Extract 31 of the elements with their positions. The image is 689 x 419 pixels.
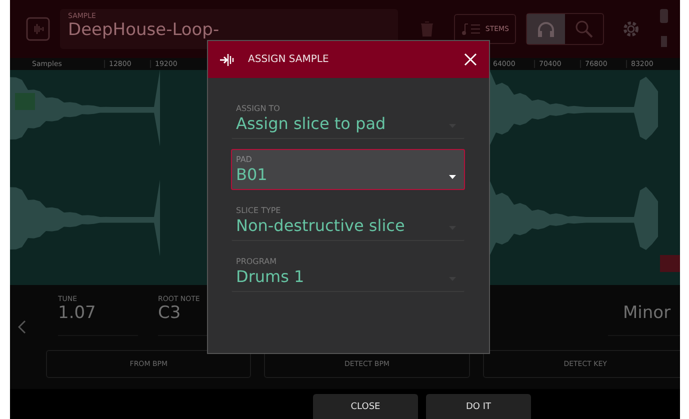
parameter-value: C3 bbox=[158, 303, 182, 323]
field-value: Drums 1 bbox=[236, 266, 304, 288]
sample-name: DeepHouse-Loop- bbox=[68, 20, 220, 40]
field-label: SLICE TYPE bbox=[236, 206, 281, 215]
close-button[interactable]: CLOSE bbox=[313, 394, 418, 419]
confirm-button[interactable]: DO IT bbox=[426, 394, 531, 419]
parameter-value: 1.07 bbox=[58, 303, 97, 323]
trash-icon[interactable] bbox=[420, 21, 434, 37]
note-list-icon bbox=[461, 22, 482, 36]
field-value: Non-destructive slice bbox=[236, 215, 405, 237]
waveform-icon[interactable] bbox=[26, 17, 50, 41]
dropdown-field[interactable]: PAD B01 bbox=[231, 149, 465, 190]
headphones-button[interactable] bbox=[527, 14, 565, 44]
close-icon[interactable] bbox=[464, 53, 477, 66]
parameter-field[interactable]: Minor bbox=[608, 295, 680, 336]
dropdown-field[interactable]: SLICE TYPE Non-destructive slice bbox=[231, 200, 465, 241]
dropdown-field[interactable]: ASSIGN TO Assign slice to pad bbox=[231, 98, 465, 139]
search-icon bbox=[575, 20, 593, 38]
dialog-title: ASSIGN SAMPLE bbox=[248, 54, 330, 65]
field-label: PAD bbox=[236, 155, 252, 164]
headphones-icon bbox=[537, 21, 555, 37]
assign-icon bbox=[220, 52, 234, 66]
field-value: Assign slice to pad bbox=[236, 113, 386, 135]
caret-icon bbox=[449, 175, 456, 179]
field-label: ASSIGN TO bbox=[236, 104, 280, 113]
settings-icon[interactable] bbox=[622, 20, 640, 38]
status-indicator-icon bbox=[660, 9, 668, 49]
dropdown-field[interactable]: PROGRAM Drums 1 bbox=[231, 251, 465, 292]
field-value: B01 bbox=[236, 164, 268, 186]
parameter-value: Minor bbox=[622, 303, 672, 323]
field-label: PROGRAM bbox=[236, 257, 276, 266]
